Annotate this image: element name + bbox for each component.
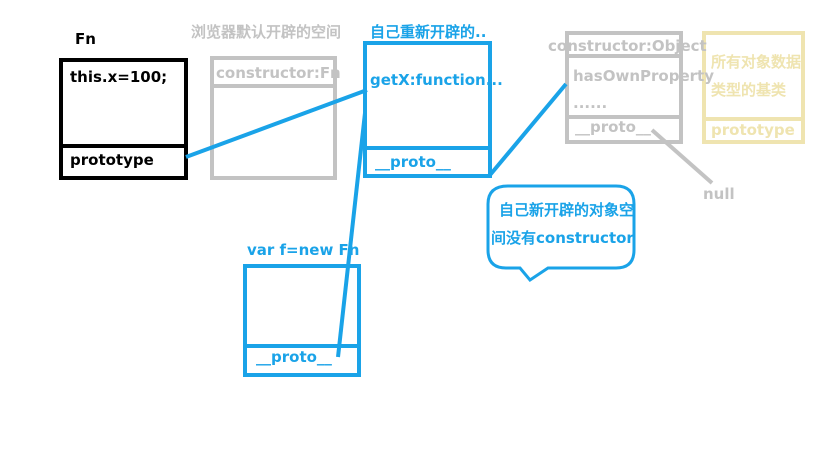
instance-proto-label: __proto__ [256,348,332,366]
has-own-property-label: hasOwnProperty [573,67,714,85]
fn-title: Fn [75,30,96,48]
getx-method-label: getX:function... [370,71,503,89]
bubble-line2: 间没有constructor [491,229,634,247]
new-proto-to-object-link [488,82,568,177]
bubble-line1: 自己新开辟的对象空 [499,201,635,219]
fn-prototype-label: prototype [70,151,154,169]
default-prototype-caption: 浏览器默认开辟的空间 [191,23,342,41]
null-label: null [703,185,735,203]
instance-caption: var f=new Fn [247,241,360,259]
object-ellipsis: ...... [573,94,608,112]
object-constructor-label: constructor:Object [548,37,707,55]
object-proto-label: __proto__ [575,118,651,136]
base-note-line2: 类型的基类 [711,81,787,99]
default-constructor-label: constructor:Fn [216,64,341,82]
new-prototype-caption: 自己重新开辟的.. [370,23,487,41]
base-note-line1: 所有对象数据 [711,53,802,71]
base-note-prototype-label: prototype [711,121,795,139]
fn-body-text: this.x=100; [70,68,168,86]
new-prototype-proto-label: __proto__ [375,153,451,171]
